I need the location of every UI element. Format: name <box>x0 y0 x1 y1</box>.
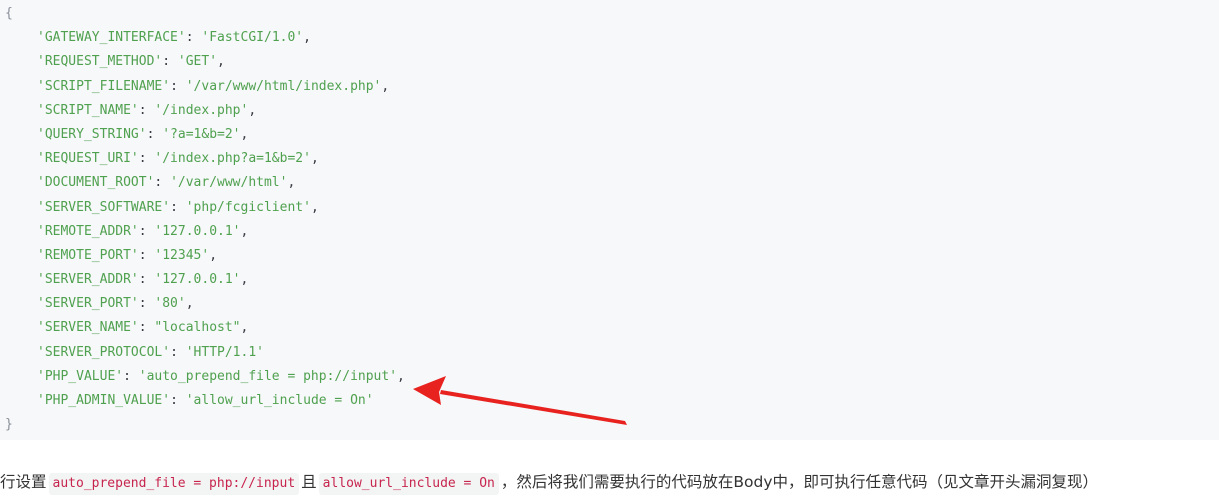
code-key: 'SERVER_SOFTWARE' <box>37 199 171 215</box>
code-close-brace: } <box>5 417 13 433</box>
code-trail: , <box>303 30 311 46</box>
code-line: 'PHP_VALUE': 'auto_prepend_file = php://… <box>5 365 1219 389</box>
code-key: 'SERVER_ADDR' <box>37 272 139 288</box>
code-colon: : <box>138 320 155 336</box>
code-trail: , <box>240 126 249 142</box>
code-colon: : <box>170 344 186 360</box>
prose-text-3: ，然后将我们需要执行的代码放在Body中，即可执行任意代码（见文章开头漏洞复现） <box>500 473 1098 491</box>
code-colon: : <box>154 175 171 191</box>
code-line: 'REMOTE_PORT': '12345', <box>5 244 1219 268</box>
code-value: 'auto_prepend_file = php://input' <box>138 368 398 384</box>
code-trail: , <box>287 175 296 191</box>
code-value: '?a=1&b=2' <box>162 126 241 142</box>
code-line: 'REQUEST_URI': '/index.php?a=1&b=2', <box>5 147 1219 171</box>
code-line: 'PHP_ADMIN_VALUE': 'allow_url_include = … <box>5 389 1219 413</box>
code-key: 'SERVER_PORT' <box>37 296 139 312</box>
code-trail: , <box>240 272 249 288</box>
code-colon: : <box>146 126 163 142</box>
code-key: 'QUERY_STRING' <box>37 126 147 142</box>
code-line: 'SERVER_NAME': "localhost", <box>5 316 1219 340</box>
code-colon: : <box>170 78 186 94</box>
prose-text-1: 行设置 <box>0 473 47 491</box>
inline-code-allow-url-include: allow_url_include = On <box>318 473 499 495</box>
code-colon: : <box>138 223 155 239</box>
prose-paragraph: 行设置 auto_prepend_file = php://input 且 allow… <box>0 469 1219 495</box>
code-key: 'DOCUMENT_ROOT' <box>37 175 155 191</box>
code-open-brace: { <box>5 6 13 21</box>
code-line: 'GATEWAY_INTERFACE': 'FastCGI/1.0', <box>5 26 1219 50</box>
code-trail: , <box>240 320 249 336</box>
code-trail: , <box>397 368 405 384</box>
code-line: 'SERVER_PROTOCOL': 'HTTP/1.1' <box>5 341 1219 365</box>
code-trail: , <box>310 151 319 167</box>
code-value: '127.0.0.1' <box>154 223 241 239</box>
code-colon: : <box>138 272 155 288</box>
code-block: { 'GATEWAY_INTERFACE': 'FastCGI/1.0', 'RE… <box>0 0 1219 440</box>
code-colon: : <box>123 368 139 384</box>
code-colon: : <box>185 30 202 46</box>
code-value: '/index.php?a=1&b=2' <box>154 151 311 167</box>
code-value: '/var/www/html/index.php' <box>185 78 382 94</box>
code-colon: : <box>162 54 178 70</box>
code-colon: : <box>170 393 186 408</box>
code-colon: : <box>138 102 155 118</box>
code-line: 'SERVER_SOFTWARE': 'php/fcgiclient', <box>5 196 1219 220</box>
code-key: 'SERVER_PROTOCOL' <box>37 344 171 360</box>
code-value: '80' <box>154 296 186 312</box>
code-colon: : <box>138 151 155 167</box>
code-value: "localhost" <box>154 320 241 336</box>
code-line: 'SERVER_PORT': '80', <box>5 292 1219 316</box>
code-value: '127.0.0.1' <box>154 272 241 288</box>
code-key: 'PHP_VALUE' <box>37 368 124 384</box>
code-trail: , <box>240 223 249 239</box>
prose-text-2: 且 <box>301 473 317 491</box>
code-value: '12345' <box>154 247 210 263</box>
code-line: 'DOCUMENT_ROOT': '/var/www/html', <box>5 171 1219 195</box>
code-key: 'REQUEST_METHOD' <box>37 54 163 70</box>
code-line: 'QUERY_STRING': '?a=1&b=2', <box>5 123 1219 147</box>
code-value: 'FastCGI/1.0' <box>201 30 304 46</box>
code-line: 'REQUEST_METHOD': 'GET', <box>5 50 1219 74</box>
code-key: 'PHP_ADMIN_VALUE' <box>37 393 171 408</box>
code-trail: , <box>217 54 225 70</box>
code-trail: , <box>310 199 319 215</box>
code-trail: , <box>209 247 218 263</box>
code-key: 'REMOTE_PORT' <box>37 247 139 263</box>
code-line: 'SCRIPT_FILENAME': '/var/www/html/index.… <box>5 75 1219 99</box>
code-value: 'allow_url_include = On' <box>185 393 374 408</box>
code-key: 'SCRIPT_NAME' <box>37 102 139 118</box>
code-line: 'REMOTE_ADDR': '127.0.0.1', <box>5 220 1219 244</box>
code-line: 'SERVER_ADDR': '127.0.0.1', <box>5 268 1219 292</box>
code-trail: , <box>381 78 390 94</box>
code-key: 'REMOTE_ADDR' <box>37 223 139 239</box>
code-key: 'SCRIPT_FILENAME' <box>37 78 171 94</box>
code-colon: : <box>170 199 186 215</box>
code-key: 'REQUEST_URI' <box>37 151 139 167</box>
code-colon: : <box>138 247 155 263</box>
code-value: 'HTTP/1.1' <box>185 344 264 360</box>
code-key: 'SERVER_NAME' <box>37 320 139 336</box>
code-trail: , <box>248 102 257 118</box>
code-entries: 'GATEWAY_INTERFACE': 'FastCGI/1.0', 'REQU… <box>5 26 1219 413</box>
code-line: 'SCRIPT_NAME': '/index.php', <box>5 99 1219 123</box>
inline-code-auto-prepend: auto_prepend_file = php://input <box>48 473 300 495</box>
code-key: 'GATEWAY_INTERFACE' <box>37 30 186 46</box>
code-colon: : <box>138 296 155 312</box>
code-trail: , <box>185 296 194 312</box>
code-value: 'GET' <box>177 54 218 70</box>
code-value: 'php/fcgiclient' <box>185 199 311 215</box>
code-value: '/index.php' <box>154 102 249 118</box>
code-value: '/var/www/html' <box>170 175 288 191</box>
